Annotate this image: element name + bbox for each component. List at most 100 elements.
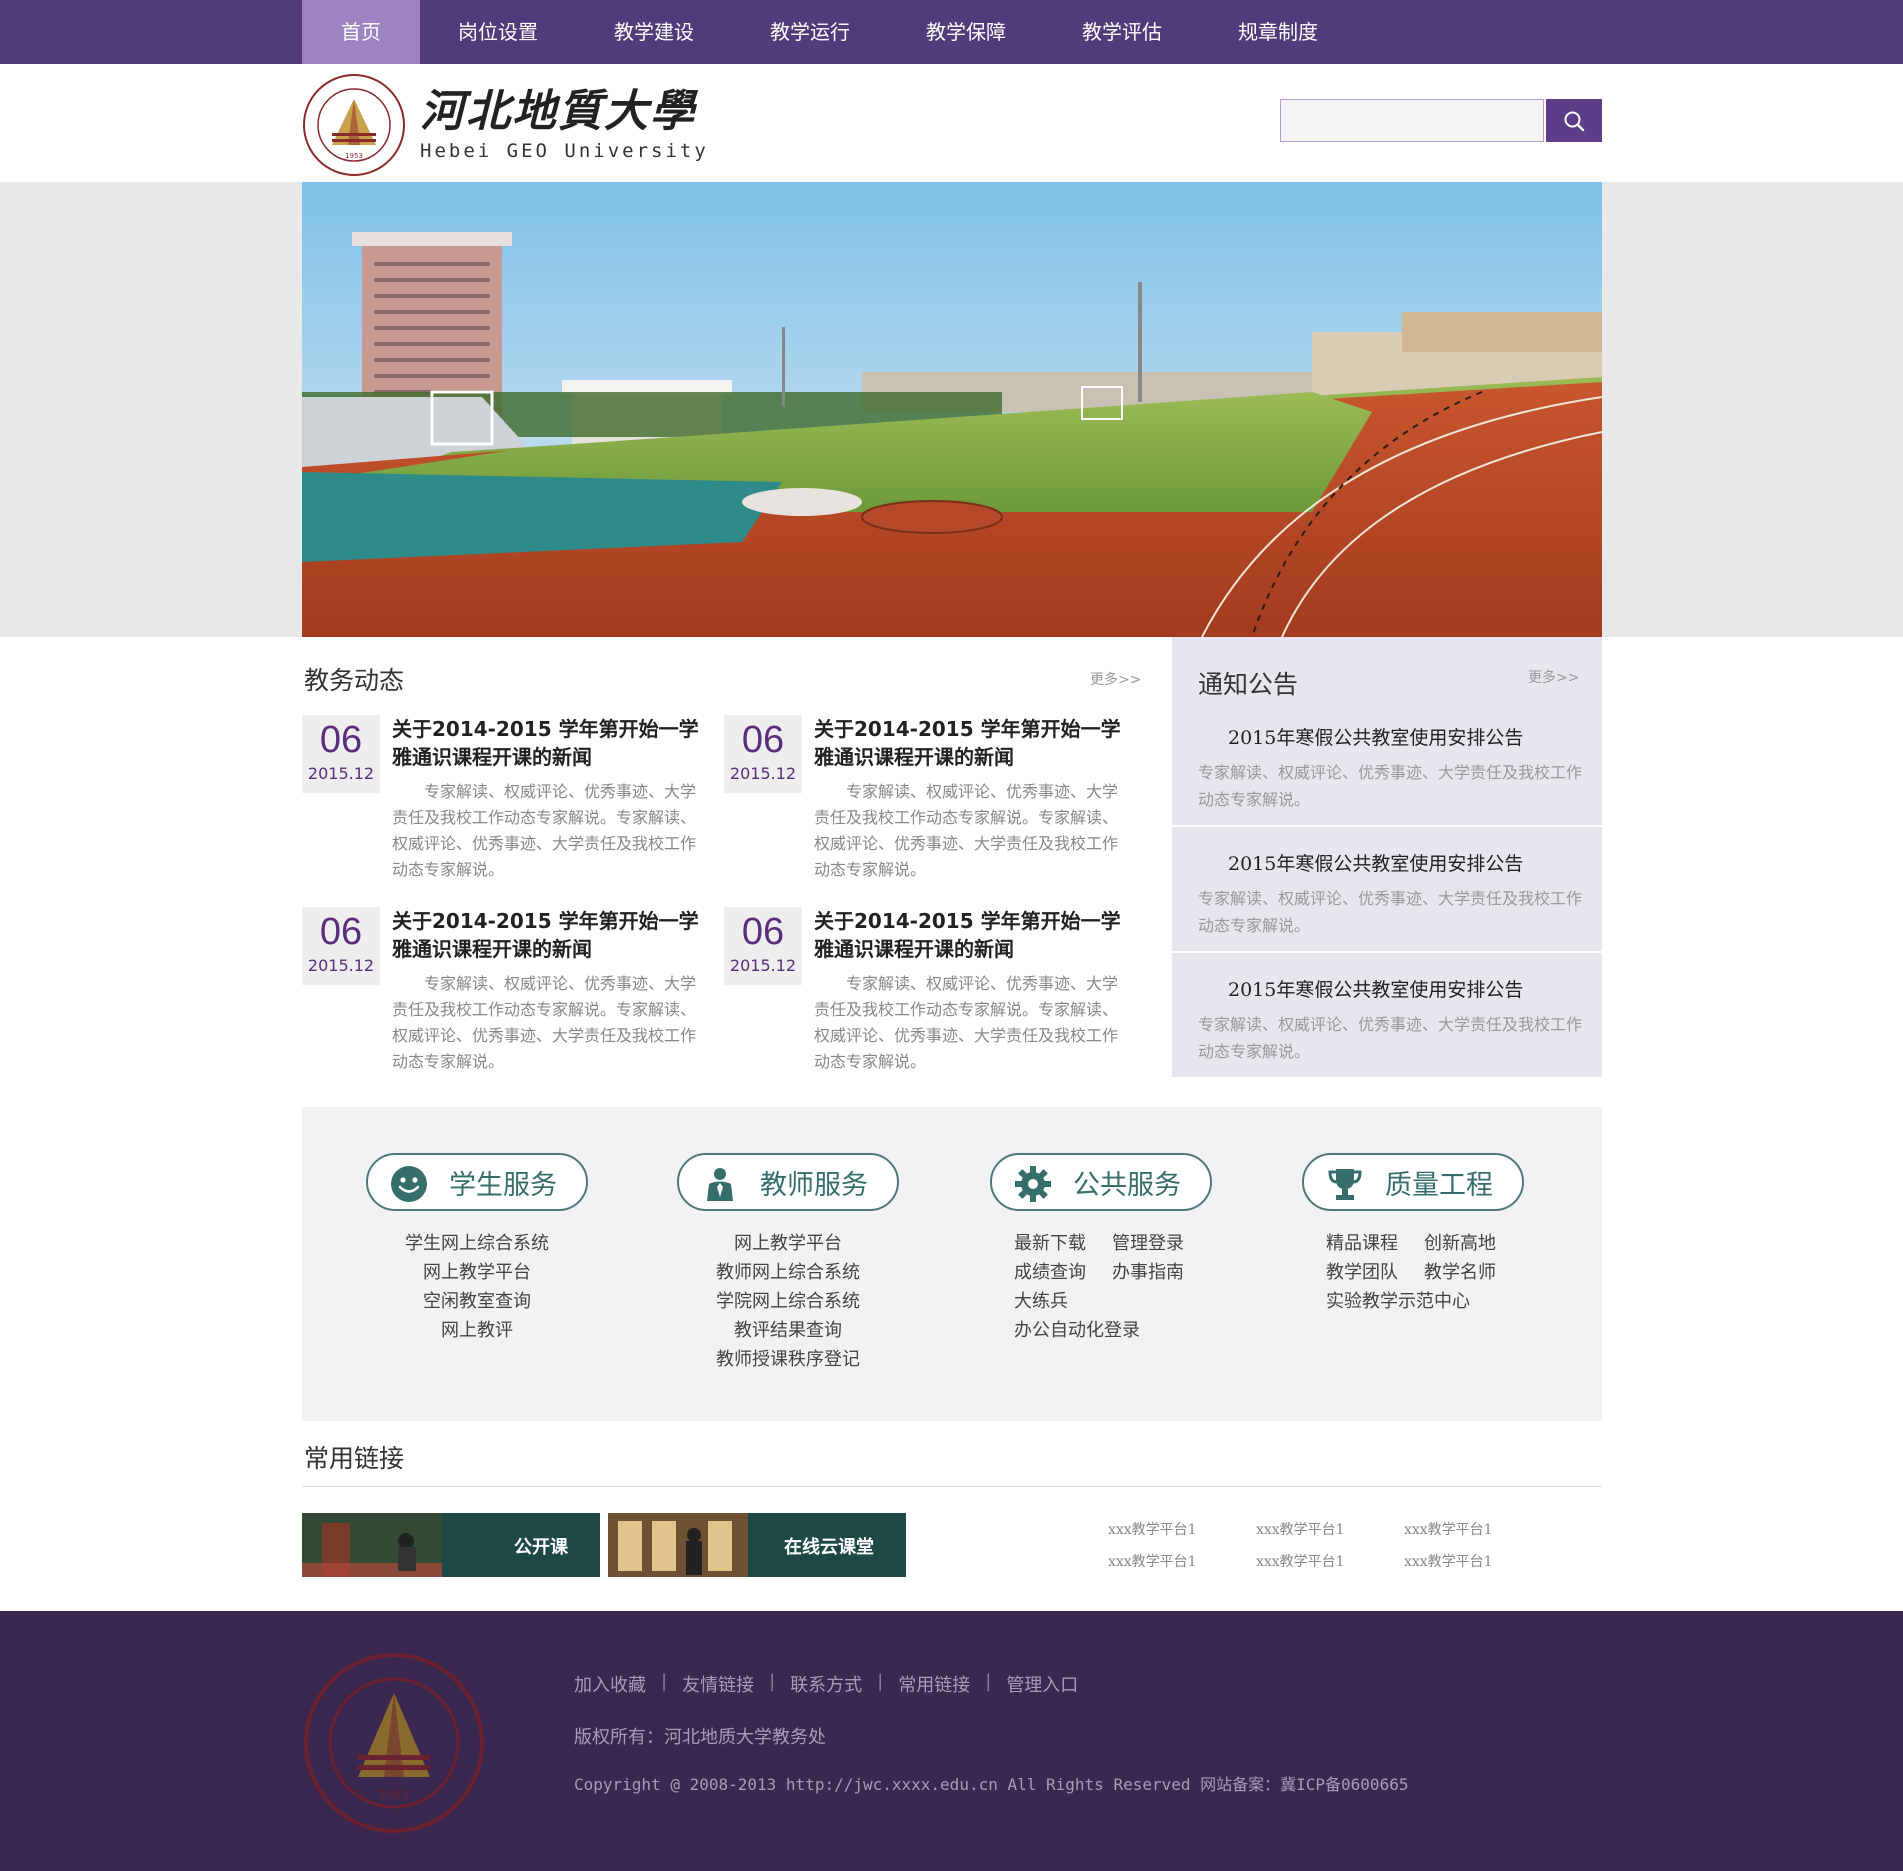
- nav-menu: 首页 岗位设置 教学建设 教学运行 教学保障 教学评估 规章制度: [302, 0, 1602, 64]
- news-title[interactable]: 关于2014-2015 学年第开始一学雅通识课程开课的新闻: [392, 907, 712, 963]
- trophy-icon: [1328, 1169, 1362, 1200]
- news-summary: 专家解读、权威评论、优秀事迹、大学责任及我校工作动态专家解说。专家解读、权威评论…: [392, 782, 697, 879]
- nav-item-home[interactable]: 首页: [302, 0, 420, 64]
- service-link[interactable]: 教学名师: [1424, 1258, 1522, 1287]
- service-link[interactable]: 最新下载: [1014, 1229, 1112, 1258]
- footer-link-contact[interactable]: 联系方式: [790, 1671, 862, 1697]
- search-icon: [1564, 111, 1585, 131]
- platform-link[interactable]: xxx教学平台1: [1404, 1551, 1493, 1571]
- platform-link[interactable]: xxx教学平台1: [1108, 1519, 1197, 1539]
- nav-item-teaching-support[interactable]: 教学保障: [888, 0, 1044, 64]
- nav-item-teaching-construction[interactable]: 教学建设: [576, 0, 732, 64]
- nav-item-regulations[interactable]: 规章制度: [1200, 0, 1356, 64]
- nav-item-positions[interactable]: 岗位设置: [420, 0, 576, 64]
- service-link[interactable]: 教学团队: [1326, 1258, 1424, 1287]
- notice-summary: 专家解读、权威评论、优秀事迹、大学责任及我校工作动态专家解说。: [1198, 763, 1583, 809]
- public-service-button[interactable]: 公共服务: [990, 1153, 1212, 1211]
- platform-link[interactable]: xxx教学平台1: [1404, 1519, 1493, 1539]
- news-date-badge: 06 2015.12: [724, 715, 802, 793]
- student-service-button[interactable]: 学生服务: [366, 1153, 588, 1211]
- service-link[interactable]: 网上教学平台: [677, 1229, 899, 1258]
- footer-link-common[interactable]: 常用链接: [898, 1671, 970, 1697]
- search-input[interactable]: [1280, 99, 1544, 142]
- service-link[interactable]: 创新高地: [1424, 1229, 1522, 1258]
- divider: [302, 1486, 1602, 1487]
- common-links-section: 常用链接 公开课 在线云课堂 xxx教学平台1 xxx教学平台1 xxx教学平台…: [302, 1421, 1602, 1611]
- footer-link-admin[interactable]: 管理入口: [1006, 1671, 1078, 1697]
- news-date-month: 2015.12: [307, 764, 375, 783]
- service-teacher: 教师服务 网上教学平台 教师网上综合系统 学院网上综合系统 教评结果查询 教师授…: [677, 1153, 899, 1374]
- quality-service-button[interactable]: 质量工程: [1302, 1153, 1524, 1211]
- notice-item[interactable]: 2015年寒假公共教室使用安排公告 专家解读、权威评论、优秀事迹、大学责任及我校…: [1172, 703, 1602, 827]
- teacher-service-button[interactable]: 教师服务: [677, 1153, 899, 1211]
- site-logo[interactable]: 1953 河北地質大學 Hebei GEO University: [302, 73, 709, 177]
- service-link[interactable]: 办公自动化登录: [1014, 1316, 1210, 1345]
- news-title[interactable]: 关于2014-2015 学年第开始一学雅通识课程开课的新闻: [814, 907, 1134, 963]
- search-box: [1280, 99, 1602, 142]
- news-date-month: 2015.12: [729, 764, 797, 783]
- svg-text:1953: 1953: [379, 1788, 410, 1802]
- open-course-card[interactable]: 公开课: [302, 1513, 600, 1577]
- platform-link[interactable]: xxx教学平台1: [1256, 1551, 1345, 1571]
- news-date-day: 06: [741, 911, 785, 953]
- notice-title[interactable]: 2015年寒假公共教室使用安排公告: [1228, 975, 1523, 1002]
- service-link[interactable]: 教师网上综合系统: [677, 1258, 899, 1287]
- news-more-link[interactable]: 更多>>: [1090, 669, 1141, 689]
- service-public: 公共服务 最新下载 管理登录 成绩查询 办事指南 大练兵 办公自动化登录: [990, 1153, 1212, 1345]
- online-classroom-card[interactable]: 在线云课堂: [608, 1513, 906, 1577]
- notice-title[interactable]: 2015年寒假公共教室使用安排公告: [1228, 723, 1523, 750]
- logo-english-name: Hebei GEO University: [420, 140, 709, 162]
- service-link-empty: [1112, 1287, 1210, 1316]
- notice-summary: 专家解读、权威评论、优秀事迹、大学责任及我校工作动态专家解说。: [1198, 889, 1583, 935]
- footer-link-bookmark[interactable]: 加入收藏: [574, 1671, 646, 1697]
- news-date-badge: 06 2015.12: [302, 907, 380, 985]
- logo-chinese-name: 河北地質大學: [420, 86, 696, 137]
- footer-copyright: 版权所有：河北地质大学教务处: [574, 1727, 826, 1748]
- news-date-badge: 06 2015.12: [724, 907, 802, 985]
- service-link[interactable]: 教师授课秩序登记: [677, 1345, 899, 1374]
- news-title[interactable]: 关于2014-2015 学年第开始一学雅通识课程开课的新闻: [814, 715, 1134, 771]
- service-link[interactable]: 学生网上综合系统: [366, 1229, 588, 1258]
- news-summary: 专家解读、权威评论、优秀事迹、大学责任及我校工作动态专家解说。专家解读、权威评论…: [814, 782, 1119, 879]
- news-title[interactable]: 关于2014-2015 学年第开始一学雅通识课程开课的新闻: [392, 715, 712, 771]
- service-link[interactable]: 大练兵: [1014, 1287, 1112, 1316]
- footer-link-friends[interactable]: 友情链接: [682, 1671, 754, 1697]
- separator: |: [769, 1671, 776, 1692]
- nav-item-teaching-operation[interactable]: 教学运行: [732, 0, 888, 64]
- separator: |: [877, 1671, 884, 1692]
- service-link[interactable]: 成绩查询: [1014, 1258, 1112, 1287]
- separator: |: [661, 1671, 668, 1692]
- service-link[interactable]: 网上教学平台: [366, 1258, 588, 1287]
- service-link[interactable]: 精品课程: [1326, 1229, 1424, 1258]
- service-link[interactable]: 管理登录: [1112, 1229, 1210, 1258]
- teacher-icon: [707, 1168, 733, 1201]
- top-nav: 首页 岗位设置 教学建设 教学运行 教学保障 教学评估 规章制度: [0, 0, 1903, 64]
- service-link[interactable]: 空闲教室查询: [366, 1287, 588, 1316]
- footer: 1953 加入收藏 | 友情链接 | 联系方式 | 常用链接 | 管理入口 版权…: [0, 1611, 1903, 1871]
- platform-link[interactable]: xxx教学平台1: [1256, 1519, 1345, 1539]
- nav-item-teaching-evaluation[interactable]: 教学评估: [1044, 0, 1200, 64]
- news-summary: 专家解读、权威评论、优秀事迹、大学责任及我校工作动态专家解说。专家解读、权威评论…: [392, 974, 697, 1071]
- news-date-day: 06: [319, 719, 363, 761]
- service-quality: 质量工程 精品课程 创新高地 教学团队 教学名师 实验教学示范中心: [1302, 1153, 1524, 1316]
- header: 1953 河北地質大學 Hebei GEO University: [0, 64, 1903, 182]
- notice-more-link[interactable]: 更多>>: [1528, 667, 1579, 687]
- notice-item[interactable]: 2015年寒假公共教室使用安排公告 专家解读、权威评论、优秀事迹、大学责任及我校…: [1172, 829, 1602, 953]
- news-date-badge: 06 2015.12: [302, 715, 380, 793]
- search-button[interactable]: [1546, 99, 1602, 142]
- common-links-title: 常用链接: [304, 1444, 405, 1473]
- service-link[interactable]: 网上教评: [366, 1316, 588, 1345]
- platform-link[interactable]: xxx教学平台1: [1108, 1551, 1197, 1571]
- footer-seal-icon: 1953: [304, 1653, 484, 1833]
- notice-summary: 专家解读、权威评论、优秀事迹、大学责任及我校工作动态专家解说。: [1198, 1015, 1583, 1061]
- service-link[interactable]: 教评结果查询: [677, 1316, 899, 1345]
- services-section: 学生服务 学生网上综合系统 网上教学平台 空闲教室查询 网上教评 教师服务 网上…: [302, 1107, 1602, 1421]
- service-link[interactable]: 办事指南: [1112, 1258, 1210, 1287]
- notice-item[interactable]: 2015年寒假公共教室使用安排公告 专家解读、权威评论、优秀事迹、大学责任及我校…: [1172, 955, 1602, 1079]
- service-label: 质量工程: [1385, 1169, 1493, 1201]
- card-label: 公开课: [514, 1537, 568, 1558]
- notice-title[interactable]: 2015年寒假公共教室使用安排公告: [1228, 849, 1523, 876]
- footer-links: 加入收藏 | 友情链接 | 联系方式 | 常用链接 | 管理入口: [574, 1671, 1078, 1697]
- service-link[interactable]: 实验教学示范中心: [1326, 1287, 1522, 1316]
- service-link[interactable]: 学院网上综合系统: [677, 1287, 899, 1316]
